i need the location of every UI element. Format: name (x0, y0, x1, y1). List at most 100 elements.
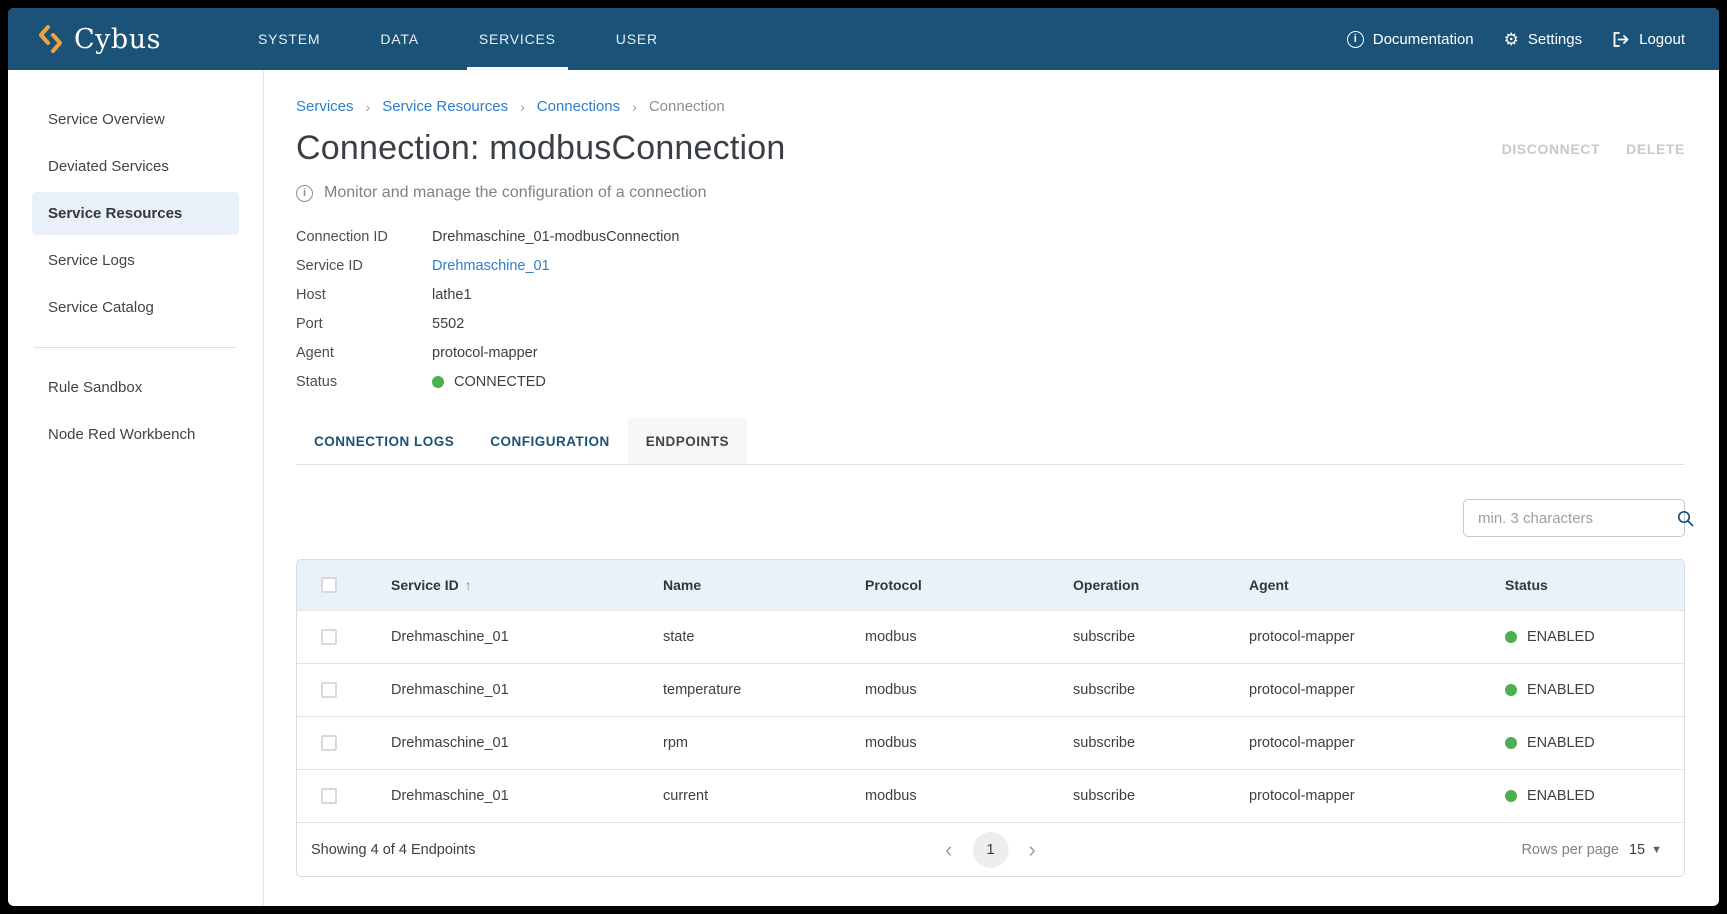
info-icon: i (296, 185, 313, 202)
cell-status: ENABLED (1505, 788, 1684, 804)
top-navbar: Cybus SYSTEM DATA SERVICES USER i Docume… (8, 8, 1719, 70)
row-checkbox[interactable] (321, 629, 337, 645)
tab-endpoints[interactable]: ENDPOINTS (628, 418, 747, 464)
disconnect-button[interactable]: DISCONNECT (1502, 141, 1601, 157)
logout-button[interactable]: Logout (1612, 31, 1685, 48)
status-dot-green (1505, 737, 1517, 749)
subtitle-text: Monitor and manage the configuration of … (324, 184, 706, 202)
column-header-protocol[interactable]: Protocol (865, 577, 1073, 593)
sort-asc-icon: ↑ (465, 577, 472, 593)
cell-protocol: modbus (865, 682, 1073, 698)
cell-operation: subscribe (1073, 735, 1249, 751)
host-value: lathe1 (432, 287, 472, 303)
breadcrumb-separator: › (632, 99, 637, 115)
sidebar-item-service-catalog[interactable]: Service Catalog (32, 286, 239, 329)
detail-tabs: CONNECTION LOGS CONFIGURATION ENDPOINTS (296, 418, 1685, 465)
nav-item-system[interactable]: SYSTEM (228, 8, 350, 70)
column-header-service-id[interactable]: Service ID ↑ (361, 577, 663, 593)
cell-service-id: Drehmaschine_01 (361, 629, 663, 645)
navbar-actions: i Documentation ⚙ Settings Logout (1347, 8, 1719, 70)
sidebar-item-service-logs[interactable]: Service Logs (32, 239, 239, 282)
column-header-status[interactable]: Status (1505, 577, 1684, 593)
primary-nav: SYSTEM DATA SERVICES USER (228, 8, 688, 70)
cell-name: rpm (663, 735, 865, 751)
sidebar-item-service-resources[interactable]: Service Resources (32, 192, 239, 235)
table-row-temperature[interactable]: Drehmaschine_01 temperature modbus subsc… (297, 663, 1684, 716)
sidebar-item-service-overview[interactable]: Service Overview (32, 98, 239, 141)
connection-details: Connection ID Drehmaschine_01-modbusConn… (296, 222, 1685, 396)
rows-per-page-select[interactable]: 15 ▼ (1629, 842, 1662, 858)
table-row-rpm[interactable]: Drehmaschine_01 rpm modbus subscribe pro… (297, 716, 1684, 769)
tab-connection-logs[interactable]: CONNECTION LOGS (296, 418, 472, 464)
connection-id-value: Drehmaschine_01-modbusConnection (432, 229, 679, 245)
search-icon[interactable] (1677, 510, 1694, 527)
breadcrumb-separator: › (366, 99, 371, 115)
brand-logo[interactable]: Cybus (8, 8, 228, 70)
sidebar-divider (34, 347, 237, 348)
cell-protocol: modbus (865, 629, 1073, 645)
results-summary: Showing 4 of 4 Endpoints (311, 842, 475, 858)
table-row-current[interactable]: Drehmaschine_01 current modbus subscribe… (297, 769, 1684, 822)
sidebar-item-rule-sandbox[interactable]: Rule Sandbox (32, 366, 239, 409)
nav-item-services[interactable]: SERVICES (449, 8, 586, 70)
endpoint-search (1463, 499, 1685, 537)
table-row-state[interactable]: Drehmaschine_01 state modbus subscribe p… (297, 610, 1684, 663)
search-input[interactable] (1478, 510, 1677, 527)
detail-row-port: Port 5502 (296, 309, 1685, 338)
cell-service-id: Drehmaschine_01 (361, 682, 663, 698)
breadcrumb-services[interactable]: Services (296, 98, 354, 115)
detail-label: Agent (296, 345, 432, 361)
cybus-logo-icon (38, 24, 64, 54)
main-content: Services › Service Resources › Connectio… (264, 70, 1719, 906)
row-checkbox[interactable] (321, 682, 337, 698)
info-icon: i (1347, 31, 1364, 48)
page-number-button[interactable]: 1 (973, 832, 1009, 868)
next-page-icon[interactable]: › (1025, 839, 1040, 861)
cell-status: ENABLED (1505, 682, 1684, 698)
table-header-row: Service ID ↑ Name Protocol Operation Age… (297, 560, 1684, 610)
detail-label: Connection ID (296, 229, 432, 245)
cell-agent: protocol-mapper (1249, 735, 1505, 751)
logout-label: Logout (1639, 31, 1685, 48)
cell-protocol: modbus (865, 788, 1073, 804)
status-text: CONNECTED (454, 374, 546, 390)
sidebar-item-deviated-services[interactable]: Deviated Services (32, 145, 239, 188)
service-id-link[interactable]: Drehmaschine_01 (432, 258, 550, 274)
select-all-checkbox[interactable] (321, 577, 337, 593)
column-header-name[interactable]: Name (663, 577, 865, 593)
previous-page-icon[interactable]: ‹ (941, 839, 956, 861)
breadcrumb-service-resources[interactable]: Service Resources (382, 98, 508, 115)
sidebar-item-node-red-workbench[interactable]: Node Red Workbench (32, 413, 239, 456)
delete-button[interactable]: DELETE (1626, 141, 1685, 157)
row-checkbox[interactable] (321, 788, 337, 804)
documentation-label: Documentation (1373, 31, 1474, 48)
brand-name: Cybus (74, 24, 161, 55)
row-checkbox[interactable] (321, 735, 337, 751)
documentation-button[interactable]: i Documentation (1347, 31, 1474, 48)
cell-name: current (663, 788, 865, 804)
tab-configuration[interactable]: CONFIGURATION (472, 418, 628, 464)
nav-item-user[interactable]: USER (586, 8, 688, 70)
table-footer: Showing 4 of 4 Endpoints ‹ 1 › Rows per … (297, 822, 1684, 876)
settings-button[interactable]: ⚙ Settings (1504, 31, 1582, 48)
agent-value: protocol-mapper (432, 345, 538, 361)
column-header-operation[interactable]: Operation (1073, 577, 1249, 593)
detail-label: Service ID (296, 258, 432, 274)
breadcrumb-current: Connection (649, 98, 725, 115)
breadcrumb-connections[interactable]: Connections (537, 98, 620, 115)
cell-agent: protocol-mapper (1249, 629, 1505, 645)
nav-item-data[interactable]: DATA (350, 8, 448, 70)
detail-row-host: Host lathe1 (296, 280, 1685, 309)
chevron-down-icon: ▼ (1651, 844, 1662, 856)
sidebar: Service Overview Deviated Services Servi… (8, 70, 264, 906)
column-header-agent[interactable]: Agent (1249, 577, 1505, 593)
status-dot-green (1505, 631, 1517, 643)
breadcrumb-separator: › (520, 99, 525, 115)
cell-service-id: Drehmaschine_01 (361, 735, 663, 751)
detail-row-service-id: Service ID Drehmaschine_01 (296, 251, 1685, 280)
status-dot-green (1505, 684, 1517, 696)
screen: Cybus SYSTEM DATA SERVICES USER i Docume… (0, 0, 1727, 914)
app-window: Cybus SYSTEM DATA SERVICES USER i Docume… (8, 8, 1719, 906)
detail-row-connection-id: Connection ID Drehmaschine_01-modbusConn… (296, 222, 1685, 251)
settings-label: Settings (1528, 31, 1582, 48)
